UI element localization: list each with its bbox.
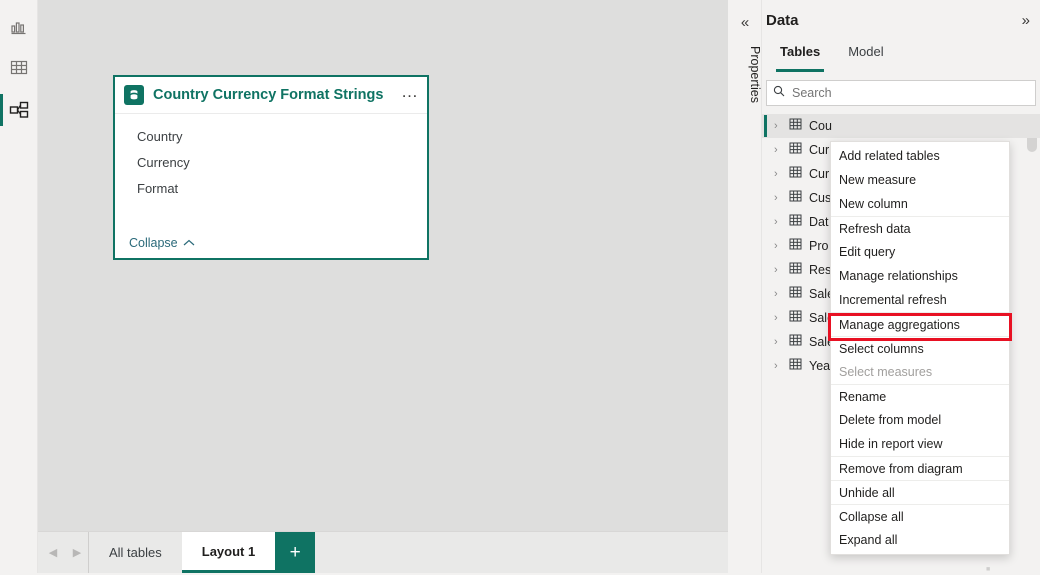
properties-pane-label: Properties (748, 46, 762, 103)
table-card-title: Country Currency Format Strings (153, 87, 384, 103)
chevron-right-icon[interactable]: › (774, 144, 782, 156)
tab-model[interactable]: Model (834, 40, 897, 70)
menu-item-edit-query[interactable]: Edit query (831, 240, 1009, 264)
table-icon (789, 357, 802, 375)
table-icon (789, 141, 802, 159)
data-pane-title: Data (766, 11, 799, 29)
list-item-label: Cur (809, 143, 830, 157)
table-icon (789, 309, 802, 327)
left-view-rail (0, 0, 38, 575)
table-icon (789, 213, 802, 231)
model-canvas[interactable]: Country Currency Format Strings … Countr… (38, 0, 728, 531)
bar-chart-icon (10, 19, 28, 37)
data-pane-tabs: Tables Model (762, 40, 1040, 72)
table-grid-icon (10, 60, 28, 76)
collapse-button[interactable]: Collapse (129, 236, 195, 250)
menu-item-expand-all[interactable]: Expand all (831, 528, 1009, 552)
layout-tab-strip: ◀ ▶ All tables Layout 1 + (38, 531, 728, 573)
menu-item-rename[interactable]: Rename (831, 384, 1009, 408)
collapse-label: Collapse (129, 236, 178, 250)
menu-item-select-measures: Select measures (839, 365, 933, 379)
chevron-right-icon[interactable]: › (774, 336, 782, 348)
menu-item-manage-relationships[interactable]: Manage relationships (831, 264, 1009, 288)
list-item[interactable]: › Cou (762, 114, 1040, 138)
chevron-right-icon[interactable]: › (774, 192, 782, 204)
model-diagram-icon (9, 101, 29, 119)
menu-item-collapse-all[interactable]: Collapse all (831, 504, 1009, 528)
list-item-label: Cur (809, 167, 830, 181)
table-card-field[interactable]: Country (115, 124, 427, 150)
list-item-label: Cus (809, 191, 832, 205)
chevron-right-icon[interactable]: › (774, 168, 782, 180)
chevron-up-icon (183, 236, 195, 250)
menu-item-manage-aggregations[interactable]: Manage aggregations (831, 312, 1009, 336)
menu-item-refresh-data[interactable]: Refresh data (831, 216, 1009, 240)
table-card-field[interactable]: Format (115, 176, 427, 202)
list-item-label: Cou (809, 119, 832, 133)
table-icon (789, 165, 802, 183)
chevron-right-icon[interactable]: › (774, 240, 782, 252)
database-table-icon (124, 85, 144, 105)
power-bi-model-view: Country Currency Format Strings … Countr… (0, 0, 1040, 575)
menu-item-new-measure[interactable]: New measure (831, 168, 1009, 192)
search-icon (773, 84, 785, 102)
table-card-footer: Collapse (115, 228, 427, 258)
menu-item-select-columns[interactable]: Select columns (831, 336, 1009, 360)
menu-item-incremental-refresh[interactable]: Incremental refresh (831, 288, 1009, 312)
menu-item-hide-in-report-view[interactable]: Hide in report view (831, 432, 1009, 456)
zoom-control-clipped[interactable]: ■ (986, 566, 990, 573)
rail-item-report-view[interactable] (0, 8, 38, 48)
table-card-header[interactable]: Country Currency Format Strings … (115, 77, 427, 114)
rail-item-table-view[interactable] (0, 48, 38, 88)
list-item-label: Res (809, 263, 832, 277)
list-item-label: Pro (809, 239, 829, 253)
tab-nav-arrows: ◀ ▶ (38, 532, 89, 573)
table-icon (789, 237, 802, 255)
list-item-label: Dat (809, 215, 829, 229)
table-card-field[interactable]: Currency (115, 150, 427, 176)
rail-item-model-view[interactable] (0, 90, 38, 130)
data-pane-header: Data » (762, 0, 1040, 40)
chevron-right-icon[interactable]: › (774, 264, 782, 276)
search-input[interactable] (792, 86, 1029, 100)
tab-next-arrow[interactable]: ▶ (68, 546, 86, 559)
table-card-more-button[interactable]: … (401, 83, 419, 103)
add-layout-button[interactable]: + (275, 532, 316, 573)
menu-item-add-related-tables[interactable]: Add related tables (831, 144, 1009, 168)
menu-item-new-column[interactable]: New column (831, 192, 1009, 216)
menu-item-delete-from-model[interactable]: Delete from model (831, 408, 1009, 432)
menu-item-remove-from-diagram[interactable]: Remove from diagram (831, 456, 1009, 480)
chevron-double-right-icon[interactable]: » (1022, 12, 1030, 29)
tab-tables[interactable]: Tables (766, 40, 834, 72)
table-context-menu: Add related tables New measure New colum… (830, 141, 1010, 555)
chevron-right-icon[interactable]: › (774, 120, 782, 132)
chevron-right-icon[interactable]: › (774, 216, 782, 228)
tab-all-tables[interactable]: All tables (89, 532, 182, 573)
properties-pane-collapsed[interactable]: « Properties (728, 0, 762, 575)
data-pane-search-box[interactable] (766, 80, 1036, 106)
table-icon (789, 189, 802, 207)
menu-item-unhide-all[interactable]: Unhide all (831, 480, 1009, 504)
table-icon (789, 333, 802, 351)
tab-prev-arrow[interactable]: ◀ (44, 546, 62, 559)
tab-layout-1[interactable]: Layout 1 (181, 532, 276, 573)
table-icon (789, 117, 802, 135)
chevron-right-icon[interactable]: › (774, 288, 782, 300)
chevron-right-icon[interactable]: › (774, 312, 782, 324)
chevron-right-icon[interactable]: › (774, 360, 782, 372)
table-card-country-currency-format-strings[interactable]: Country Currency Format Strings … Countr… (113, 75, 429, 260)
table-icon (789, 285, 802, 303)
table-icon (789, 261, 802, 279)
table-card-field-list: Country Currency Format (115, 114, 427, 202)
chevron-double-left-icon[interactable]: « (728, 14, 762, 31)
